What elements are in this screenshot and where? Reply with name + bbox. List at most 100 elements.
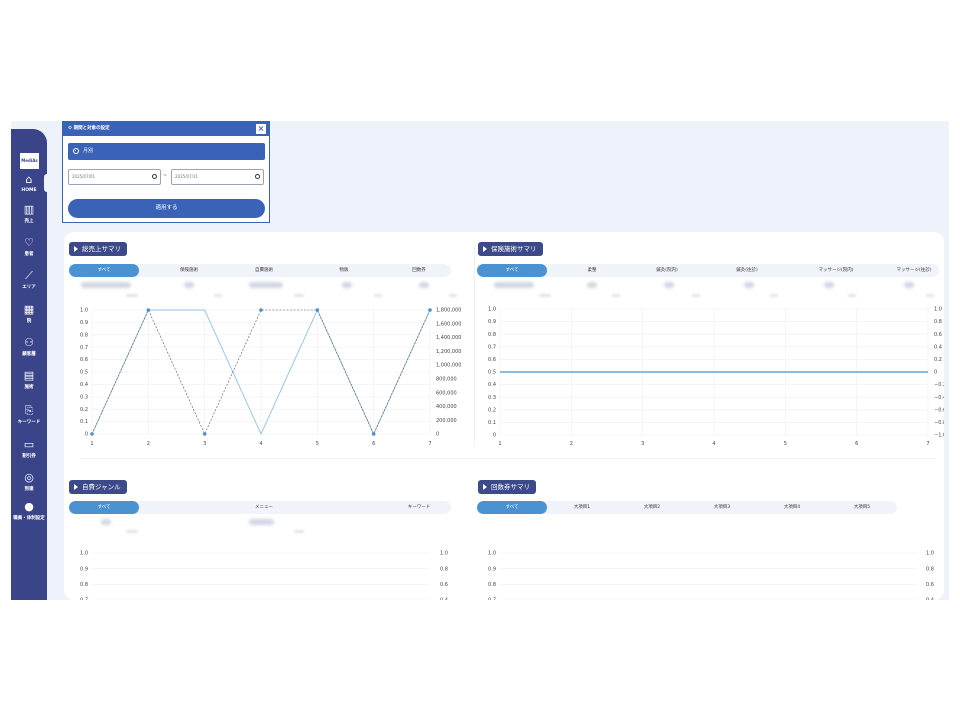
date-from-input[interactable]: 2025/07/01	[68, 169, 161, 185]
tab-self-pay-menu[interactable]: メニュー	[229, 501, 299, 514]
tab-sales-self-pay[interactable]: 自費施術	[229, 264, 299, 277]
y-tick-label: 1.0	[488, 551, 496, 557]
y2-tick-label: 1.0	[440, 551, 448, 557]
y2-tick-label: 0.8	[934, 319, 942, 325]
y2-tick-label: −0.2	[934, 382, 944, 388]
sidebar-item-bar-chart[interactable]: ▥ 売上	[11, 204, 47, 225]
tab-sales-goods[interactable]: 物販	[309, 264, 379, 277]
tab-coupon-item-2[interactable]: 大項目2	[617, 501, 687, 514]
y2-tick-label: 0.2	[934, 357, 942, 363]
tab-sales-all[interactable]: すべて	[69, 264, 139, 277]
sidebar-item-building[interactable]: ▦ 院	[11, 304, 47, 325]
blurred-value	[249, 282, 283, 288]
tab-coupon-item-5[interactable]: 大項目5	[827, 501, 897, 514]
sidebar-item-person[interactable]: ⚇ 顧客層	[11, 337, 47, 358]
sidebar-item-label: 施術	[24, 385, 34, 390]
tab-coupon-item-4[interactable]: 大項目4	[757, 501, 827, 514]
self-pay-genre-title: 自費ジャンル	[69, 480, 127, 494]
sidebar-item-stethoscope[interactable]: ♡ 患者	[11, 237, 47, 258]
tab-self-pay-all[interactable]: すべて	[69, 501, 139, 514]
tab-coupon-item-3[interactable]: 大項目3	[687, 501, 757, 514]
clock-icon[interactable]	[255, 174, 260, 179]
sidebar-item-clipboard[interactable]: ▤ 施術	[11, 369, 47, 391]
y-tick-label: 0	[85, 432, 88, 438]
x-tick-label: 4	[259, 441, 262, 447]
y-tick-label: 0.7	[488, 344, 496, 350]
clipboard-icon: ▤	[23, 369, 35, 382]
sidebar-item-label: 顧客層	[22, 352, 36, 357]
blurred-value	[904, 282, 914, 288]
coupon-line-chart: 0.7 0.8 0.9 1.0 0.4 0.6 0.8 1.0	[488, 551, 934, 600]
close-icon[interactable]: ×	[256, 124, 266, 134]
tab-insurance-acupuncture-visit[interactable]: 鍼灸(往診)	[712, 264, 782, 277]
sidebar-item-ticket[interactable]: ▭ 割引券	[11, 439, 47, 460]
filter-panel-title: 期間と対象の設定	[73, 126, 110, 131]
sidebar-item-map-pin[interactable]: ⟋ エリア	[11, 269, 47, 291]
blurred-value	[294, 294, 304, 297]
x-tick-label: 7	[428, 441, 431, 447]
y-tick-label: 0.1	[488, 420, 496, 426]
sales-summary-title: 総売上サマリ	[69, 242, 127, 256]
apply-button[interactable]: 適用する	[68, 199, 265, 218]
y2-tick-label: 0.6	[934, 332, 942, 338]
y-tick-label: 0.8	[80, 582, 88, 588]
data-point	[146, 308, 151, 312]
tab-insurance-acupuncture-clinic[interactable]: 鍼灸(院内)	[632, 264, 702, 277]
tab-sales-coupon[interactable]: 回数券	[384, 264, 454, 277]
y2-tick-label: 1.0	[926, 551, 934, 557]
y2-tick-label: 800,000	[436, 376, 457, 382]
y2-tick-label: −0.6	[934, 407, 944, 413]
y-tick-label: 0.2	[80, 407, 88, 413]
clock-icon[interactable]	[152, 174, 157, 179]
sidebar-item-target[interactable]: ◎ 到達	[11, 472, 47, 493]
y-tick-label: 1.0	[488, 307, 496, 313]
y2-tick-label: 200,000	[436, 418, 457, 424]
radio-icon	[73, 147, 79, 154]
filter-panel-header: ⚙ 期間と対象の設定 ×	[63, 122, 269, 136]
monthly-radio-label: 月別	[83, 148, 94, 154]
sidebar-item-search-doc[interactable]: ⎘ キーワード	[11, 404, 47, 426]
insurance-line-chart: 0 0.1 0.2 0.3 0.4 0.5 0.6 0.7 0.8 0.9 1.0 −1.0 −0.8 −…	[488, 307, 944, 447]
y-tick-label: 0.8	[80, 332, 88, 338]
tab-self-pay-keyword[interactable]: キーワード	[384, 501, 454, 514]
x-tick-label: 6	[372, 441, 375, 447]
blurred-value	[126, 294, 138, 297]
tab-insurance-all[interactable]: すべて	[477, 264, 547, 277]
insurance-summary-title: 保険施術サマリ	[478, 242, 543, 256]
y-tick-label: 0.9	[488, 566, 496, 572]
sidebar-item-home[interactable]: ⌂ HOME	[11, 174, 50, 193]
y-tick-label: 1.0	[80, 551, 88, 557]
blurred-value	[587, 282, 597, 288]
date-to-input[interactable]: 2025/07/31	[171, 169, 264, 185]
tab-coupon-all[interactable]: すべて	[477, 501, 547, 514]
sidebar: MediAs ⌂ HOME ▥ 売上 ♡ 患者 ⟋ エリア ▦ 院 ⚇ 顧客層 ▤ 施術 ⎘ キーワード ▭ 割引…	[11, 129, 50, 600]
tab-insurance-massage-visit[interactable]: マッサージ(往診)	[875, 264, 949, 277]
tab-insurance-massage-clinic[interactable]: マッサージ(院内)	[797, 264, 875, 277]
y2-tick-label: −0.4	[934, 395, 944, 401]
sidebar-item-user[interactable]: ● 職員・体制設定	[11, 501, 47, 522]
monthly-radio[interactable]: 月別	[68, 143, 265, 160]
blurred-value	[664, 282, 674, 288]
y-tick-label: 0.1	[80, 419, 88, 425]
y2-tick-label: 0.4	[440, 598, 448, 600]
sales-line-chart: 0 0.1 0.2 0.3 0.4 0.5 0.6 0.7 0.8 0.9 1.0 0 200,000 4…	[80, 308, 461, 447]
blurred-value	[81, 282, 131, 288]
tab-insurance-judo[interactable]: 柔整	[557, 264, 627, 277]
blurred-value	[494, 282, 534, 288]
y2-tick-label: 1,000,000	[436, 363, 461, 369]
blurred-value	[612, 294, 620, 297]
x-tick-label: 5	[316, 441, 319, 447]
data-point	[202, 432, 207, 436]
y2-tick-label: 0.8	[440, 566, 448, 572]
coupon-summary-title: 回数券サマリ	[478, 480, 536, 494]
tab-coupon-item-1[interactable]: 大項目1	[547, 501, 617, 514]
y2-tick-label: 400,000	[436, 404, 457, 410]
y-tick-label: 0.2	[488, 407, 496, 413]
x-tick-label: 1	[90, 441, 93, 447]
y2-tick-label: 1.0	[934, 307, 942, 313]
y-tick-label: 0.5	[80, 370, 88, 376]
search-doc-icon: ⎘	[24, 404, 34, 417]
tab-sales-insurance[interactable]: 保険施術	[154, 264, 224, 277]
y2-tick-label: 600,000	[436, 390, 457, 396]
map-pin-icon: ⟋	[25, 269, 33, 282]
